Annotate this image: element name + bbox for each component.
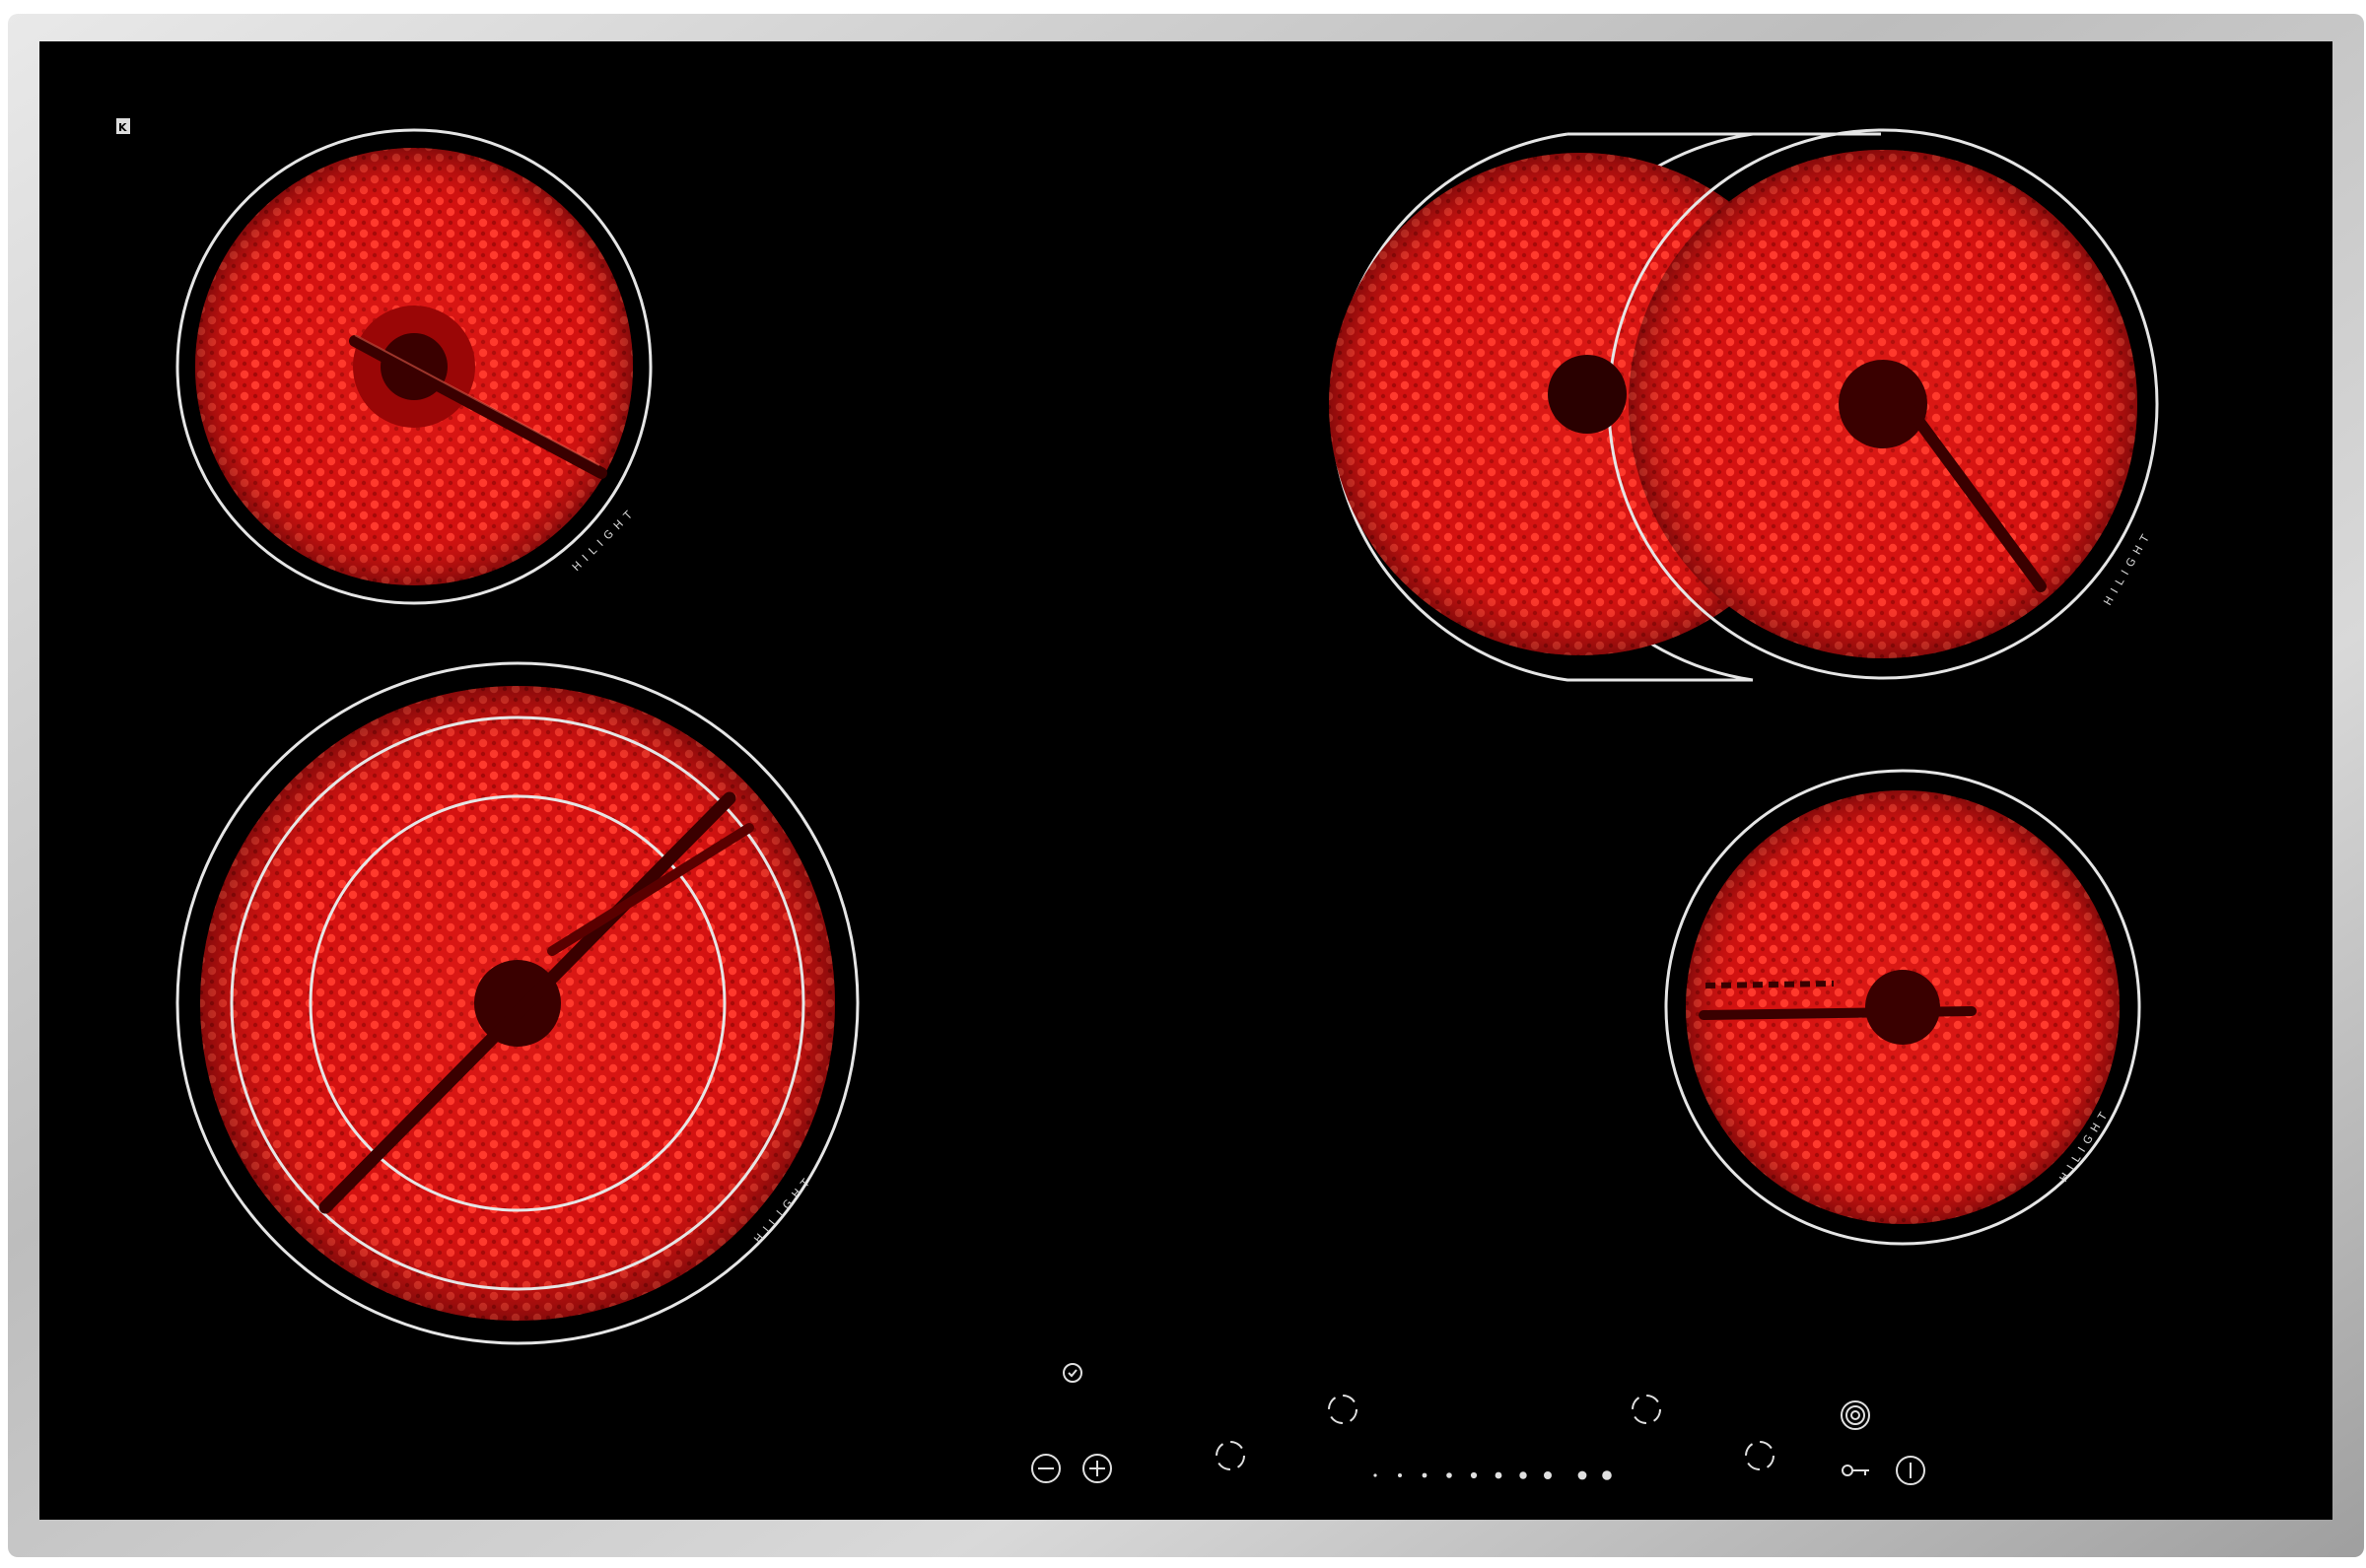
cooktop: K HILIGHT HILIGHT HILIGHT HILIGHT <box>8 14 2364 1557</box>
brand-letter: K <box>118 121 127 134</box>
zone-rear-right[interactable]: HILIGHT <box>1329 128 2159 682</box>
